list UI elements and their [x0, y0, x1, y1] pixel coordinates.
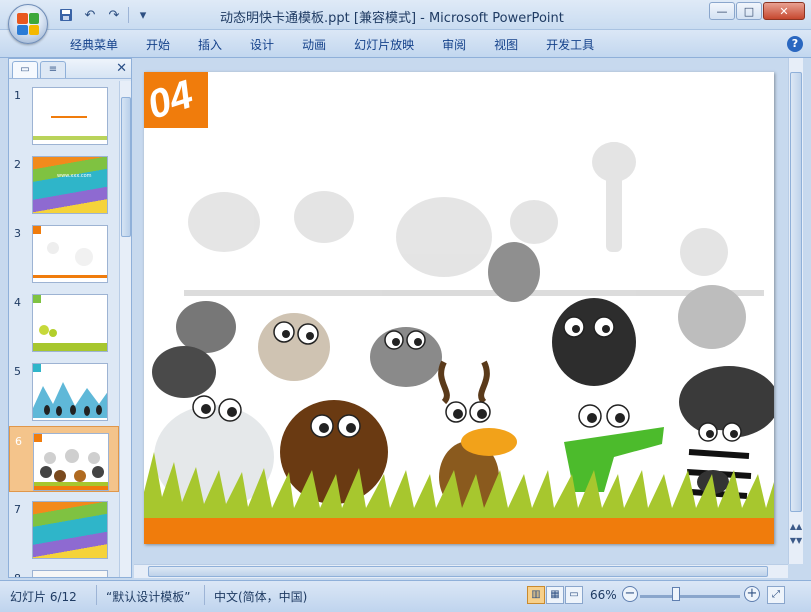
status-separator — [96, 585, 97, 605]
customize-qat-icon[interactable]: ▾ — [133, 6, 153, 24]
tab-classic-menu[interactable]: 经典菜单 — [56, 36, 132, 54]
scrollbar-thumb[interactable] — [148, 566, 768, 577]
slide-number: 5 — [14, 365, 21, 378]
next-slide-icon[interactable]: ▼▼ — [789, 536, 803, 548]
slide-thumb-image — [32, 501, 108, 559]
zoom-slider-handle[interactable] — [672, 587, 680, 601]
window-title: 动态明快卡通模板.ppt [兼容模式] - Microsoft PowerPoi… — [220, 11, 564, 26]
zoom-slider-track[interactable] — [640, 595, 740, 598]
tab-review[interactable]: 审阅 — [428, 36, 480, 54]
tab-slides-icon[interactable]: ▭ — [12, 61, 38, 78]
slide-thumb-6[interactable]: 6 — [9, 426, 119, 492]
thumbnails-scrollbar[interactable] — [119, 81, 131, 577]
slide-artwork — [144, 72, 774, 544]
minimize-button[interactable]: — — [709, 2, 735, 20]
slide-thumb-image — [32, 570, 108, 577]
slide-number: 2 — [14, 158, 21, 171]
slide-thumbnails: 1 2 www.xxx.com 3 4 5 6 7 — [9, 81, 119, 577]
slide-thumb-7[interactable]: 7 — [9, 495, 119, 561]
scrollbar-thumb[interactable] — [790, 72, 802, 512]
window-controls: — □ ✕ — [709, 2, 805, 20]
slide-number: 4 — [14, 296, 21, 309]
slide-thumb-image — [32, 87, 108, 145]
slide-thumb-image — [32, 294, 108, 352]
qat-separator — [128, 7, 129, 23]
zoom-level[interactable]: 66% — [590, 588, 617, 602]
slide-thumb-1[interactable]: 1 — [9, 81, 119, 147]
title-bar: ↶ ↷ ▾ 动态明快卡通模板.ppt [兼容模式] - Microsoft Po… — [0, 0, 811, 30]
tab-home[interactable]: 开始 — [132, 36, 184, 54]
maximize-button[interactable]: □ — [736, 2, 762, 20]
slide-thumb-4[interactable]: 4 — [9, 288, 119, 354]
slide-canvas[interactable]: 04 — [144, 72, 774, 544]
slide-thumb-image: www.xxx.com — [32, 156, 108, 214]
slide-number: 3 — [14, 227, 21, 240]
slide-footer-bar — [144, 518, 774, 544]
quick-access-toolbar: ↶ ↷ ▾ — [56, 5, 153, 25]
scrollbar-thumb[interactable] — [121, 97, 131, 237]
slide-thumb-5[interactable]: 5 — [9, 357, 119, 423]
tab-slide-show[interactable]: 幻灯片放映 — [340, 36, 428, 54]
save-icon[interactable] — [56, 6, 76, 24]
slide-thumb-image — [33, 433, 109, 491]
slide-number: 6 — [15, 435, 22, 448]
tab-outline-icon[interactable]: ≡ — [40, 61, 66, 78]
undo-icon[interactable]: ↶ — [80, 6, 100, 24]
ribbon-tabs: 经典菜单 开始 插入 设计 动画 幻灯片放映 审阅 视图 开发工具 — [56, 36, 608, 54]
office-logo-icon — [17, 13, 39, 35]
slide-editor: 04 ▲▲ ▼▼ — [134, 58, 805, 578]
redo-icon[interactable]: ↷ — [104, 6, 124, 24]
slide-thumb-2[interactable]: 2 www.xxx.com — [9, 150, 119, 216]
tab-view[interactable]: 视图 — [480, 36, 532, 54]
slide-number: 1 — [14, 89, 21, 102]
ribbon: 经典菜单 开始 插入 设计 动画 幻灯片放映 审阅 视图 开发工具 ? — [0, 30, 811, 58]
normal-view-icon[interactable]: ▥ — [527, 586, 545, 604]
fit-to-window-icon[interactable]: ⤢ — [767, 586, 785, 604]
office-button[interactable] — [8, 4, 48, 44]
zoom-in-button[interactable]: + — [744, 586, 760, 602]
thumb-caption: www.xxx.com — [57, 173, 92, 179]
slide-counter: 幻灯片 6/12 — [10, 590, 77, 604]
language-indicator[interactable]: 中文(简体，中国) — [214, 588, 307, 605]
pane-tabs: ▭ ≡ ✕ — [9, 59, 131, 79]
slides-pane: ▭ ≡ ✕ 1 2 www.xxx.com 3 4 5 6 7 — [8, 58, 132, 578]
pane-close-icon[interactable]: ✕ — [116, 61, 127, 76]
help-icon[interactable]: ? — [787, 36, 803, 52]
status-bar: 幻灯片 6/12 “默认设计模板” 中文(简体，中国) ▥ ▦ ▭ 66% − … — [0, 580, 811, 612]
slide-sorter-view-icon[interactable]: ▦ — [546, 586, 564, 604]
slide-thumb-8[interactable]: 8 — [9, 564, 119, 577]
tab-developer[interactable]: 开发工具 — [532, 36, 608, 54]
slide-thumb-image — [32, 363, 108, 421]
status-separator — [204, 585, 205, 605]
template-name[interactable]: “默认设计模板” — [106, 588, 190, 605]
slide-vertical-scrollbar[interactable]: ▲▲ ▼▼ — [788, 58, 803, 564]
tab-animations[interactable]: 动画 — [288, 36, 340, 54]
tab-design[interactable]: 设计 — [236, 36, 288, 54]
close-button[interactable]: ✕ — [763, 2, 805, 20]
slide-number: 8 — [14, 572, 21, 577]
zoom-out-button[interactable]: − — [622, 586, 638, 602]
slide-number: 7 — [14, 503, 21, 516]
tab-insert[interactable]: 插入 — [184, 36, 236, 54]
slide-show-view-icon[interactable]: ▭ — [565, 586, 583, 604]
previous-slide-icon[interactable]: ▲▲ — [789, 522, 803, 534]
slide-thumb-image — [32, 225, 108, 283]
slide-thumb-3[interactable]: 3 — [9, 219, 119, 285]
slide-horizontal-scrollbar[interactable] — [134, 564, 788, 578]
